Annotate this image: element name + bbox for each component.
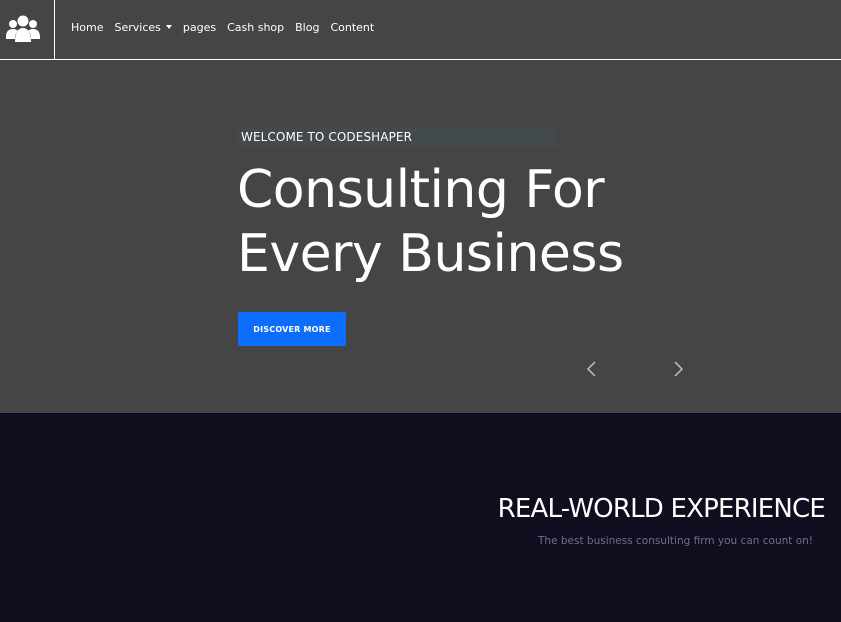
nav-home[interactable]: Home (71, 21, 103, 34)
nav-services[interactable]: Services (114, 21, 172, 34)
nav-services-label: Services (114, 21, 161, 34)
nav-content[interactable]: Content (330, 21, 374, 34)
nav-pages[interactable]: pages (183, 21, 216, 34)
carousel-next-button[interactable] (670, 360, 686, 378)
caret-down-icon (165, 25, 172, 29)
section-subtitle: The best business consulting firm you ca… (538, 535, 813, 547)
hero-carousel: WELCOME TO CODESHAPER Consulting For Eve… (0, 60, 841, 413)
welcome-badge: WELCOME TO CODESHAPER (237, 127, 556, 147)
chevron-left-icon (586, 361, 596, 377)
main-nav: Home Services pages Cash shop Blog Conte… (71, 21, 385, 34)
nav-blog[interactable]: Blog (295, 21, 319, 34)
chevron-right-icon (674, 361, 684, 377)
site-header: Home Services pages Cash shop Blog Conte… (0, 0, 841, 60)
discover-more-button[interactable]: DISCOVER MORE (238, 312, 346, 346)
logo[interactable] (0, 0, 55, 59)
experience-section: REAL-WORLD EXPERIENCE The best business … (0, 413, 841, 622)
hero-title: Consulting For Every Business (237, 158, 657, 286)
section-title: REAL-WORLD EXPERIENCE (497, 494, 826, 524)
hero-title-line-1: Consulting For (237, 160, 605, 220)
nav-cash-shop[interactable]: Cash shop (227, 21, 284, 34)
carousel-prev-button[interactable] (584, 360, 600, 378)
hero-title-line-2: Every Business (237, 224, 624, 284)
users-icon (6, 15, 40, 42)
